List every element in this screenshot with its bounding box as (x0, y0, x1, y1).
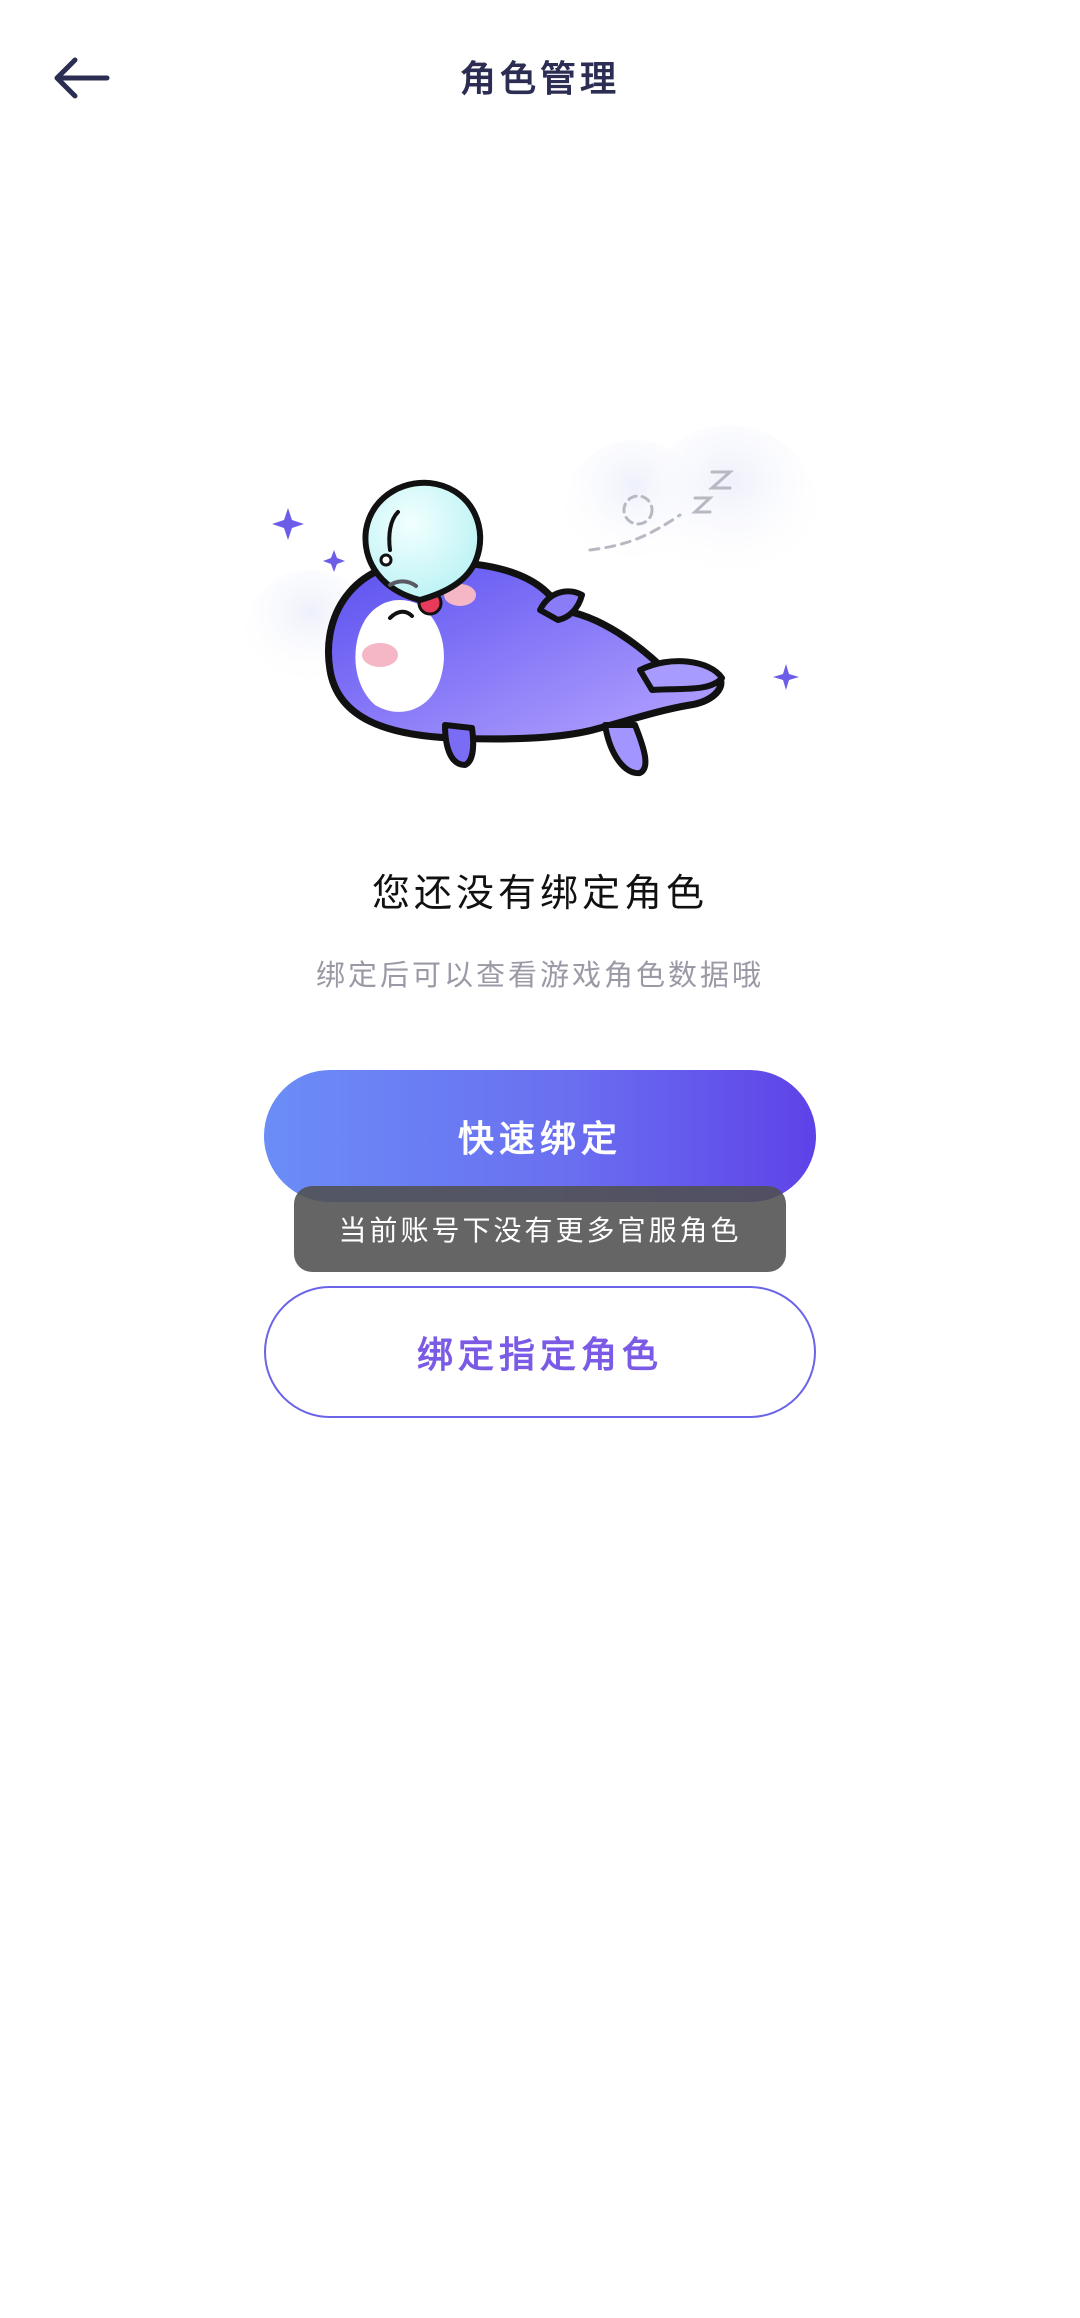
bind-specific-role-button[interactable]: 绑定指定角色 (264, 1286, 816, 1418)
empty-state-subtitle: 绑定后可以查看游戏角色数据哦 (315, 958, 764, 992)
bind-specific-role-label: 绑定指定角色 (416, 1335, 663, 1376)
cloud-right (565, 425, 815, 585)
whale-character (325, 559, 725, 777)
quick-bind-button[interactable]: 快速绑定 (264, 1070, 816, 1202)
quick-bind-label: 快速绑定 (457, 1119, 622, 1160)
empty-state-title: 您还没有绑定角色 (371, 871, 708, 915)
toast-message: 当前账号下没有更多官服角色 (294, 1186, 786, 1272)
toast-text: 当前账号下没有更多官服角色 (338, 1214, 742, 1247)
top-bar: 角色管理 (0, 0, 1080, 150)
sleeping-whale-illustration (240, 420, 840, 820)
page-title: 角色管理 (459, 59, 620, 100)
